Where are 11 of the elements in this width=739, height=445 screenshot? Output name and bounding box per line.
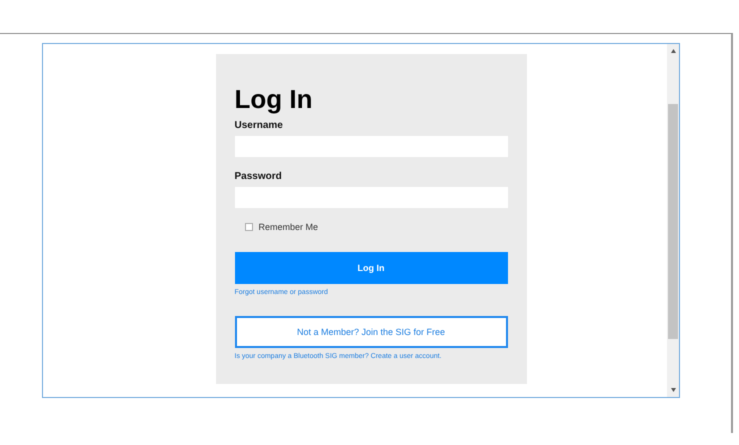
page-title: Log In bbox=[234, 84, 314, 114]
field-label: Username bbox=[234, 120, 284, 131]
scroll-down-icon[interactable] bbox=[670, 386, 676, 394]
field-label: Password bbox=[234, 171, 283, 182]
remember-checkbox[interactable] bbox=[244, 223, 252, 231]
scrollbar-thumb[interactable] bbox=[668, 104, 678, 339]
join-button[interactable]: Not a Member? Join the SIG for Free bbox=[234, 316, 508, 348]
scrollbar[interactable] bbox=[667, 44, 679, 397]
login-button[interactable]: Log In bbox=[234, 252, 508, 284]
scroll-up-icon[interactable] bbox=[670, 47, 676, 55]
remember-label: Remember Me bbox=[258, 222, 318, 232]
